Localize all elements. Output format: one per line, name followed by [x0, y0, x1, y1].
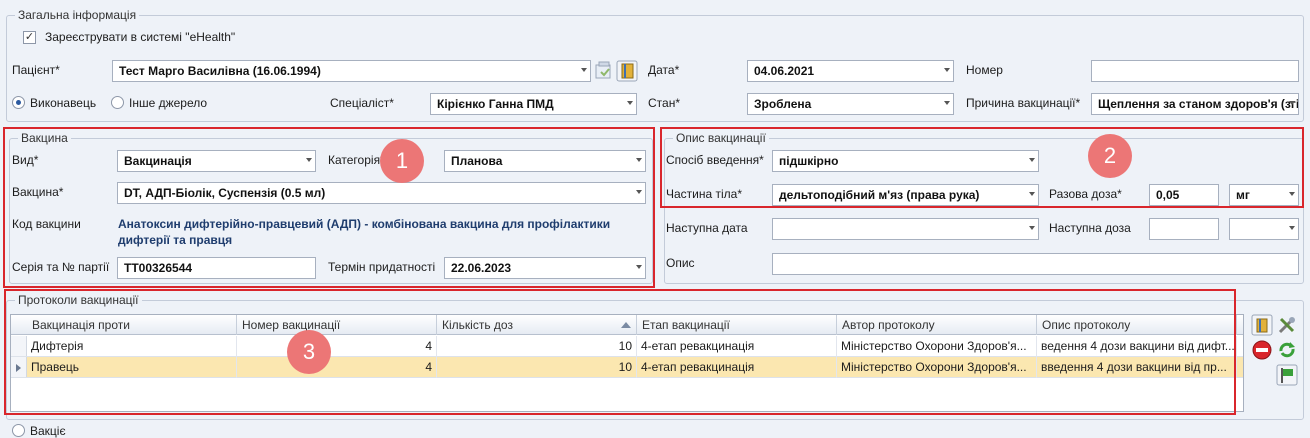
general-info-legend: Загальна інформація	[15, 8, 140, 22]
state-label: Стан*	[648, 96, 680, 110]
badge-3: 3	[287, 330, 331, 374]
chevron-down-icon[interactable]	[944, 101, 950, 105]
chevron-down-icon[interactable]	[1289, 101, 1295, 105]
other-source-radio-label: Інше джерело	[129, 96, 208, 110]
ehealth-label: Зареєструвати в системі "eHealth"	[45, 30, 236, 44]
performer-radio[interactable]	[12, 96, 25, 109]
date-picker[interactable]: 04.06.2021	[747, 60, 954, 82]
date-value: 04.06.2021	[754, 64, 815, 78]
specialist-value: Кірієнко Ганна ПМД	[437, 97, 554, 111]
number-label: Номер	[966, 63, 1003, 77]
reason-select[interactable]: Щеплення за станом здоров'я (згідно	[1091, 93, 1299, 115]
next-date-label: Наступна дата	[666, 221, 748, 235]
specialist-select[interactable]: Кірієнко Ганна ПМД	[430, 93, 637, 115]
delete-icon[interactable]	[1251, 339, 1273, 361]
patient-select[interactable]: Тест Марго Василівна (16.06.1994)	[112, 60, 591, 82]
add-protocol-icon[interactable]	[1251, 314, 1273, 336]
chevron-down-icon[interactable]	[581, 68, 587, 72]
next-dose-input[interactable]	[1149, 218, 1219, 240]
chevron-down-icon[interactable]	[1289, 226, 1295, 230]
note-input[interactable]	[772, 253, 1299, 275]
next-dose-unit-select[interactable]	[1229, 218, 1299, 240]
edit-tools-icon[interactable]	[1276, 314, 1298, 336]
patient-value: Тест Марго Василівна (16.06.1994)	[119, 64, 321, 78]
chevron-down-icon[interactable]	[1029, 226, 1035, 230]
ehealth-checkbox[interactable]: ✓	[23, 31, 36, 44]
next-dose-label: Наступна доза	[1049, 221, 1131, 235]
reason-value: Щеплення за станом здоров'я (згідно	[1098, 97, 1299, 111]
patient-label: Пацієнт*	[12, 63, 60, 77]
state-select[interactable]: Зроблена	[747, 93, 954, 115]
badge-1: 1	[380, 139, 424, 183]
bottom-radio-label: Вакціє	[30, 424, 66, 438]
patient-book-icon[interactable]	[616, 60, 638, 82]
date-label: Дата*	[648, 63, 680, 77]
reason-label: Причина вакцинації*	[966, 96, 1081, 110]
highlight-box-vaccine	[3, 127, 655, 288]
number-input[interactable]	[1091, 60, 1299, 82]
note-label: Опис	[666, 256, 695, 270]
refresh-icon[interactable]	[1276, 339, 1298, 361]
other-source-radio[interactable]	[111, 96, 124, 109]
performer-radio-label: Виконавець	[30, 96, 97, 110]
patient-card-icon[interactable]	[593, 60, 615, 82]
next-date-picker[interactable]	[772, 218, 1039, 240]
specialist-label: Спеціаліст*	[330, 96, 394, 110]
highlight-box-description	[660, 127, 1304, 208]
chevron-down-icon[interactable]	[627, 101, 633, 105]
chevron-down-icon[interactable]	[944, 68, 950, 72]
highlight-box-protocols	[4, 289, 1236, 415]
state-value: Зроблена	[754, 97, 812, 111]
badge-2: 2	[1088, 134, 1132, 178]
flag-icon[interactable]	[1276, 364, 1298, 386]
